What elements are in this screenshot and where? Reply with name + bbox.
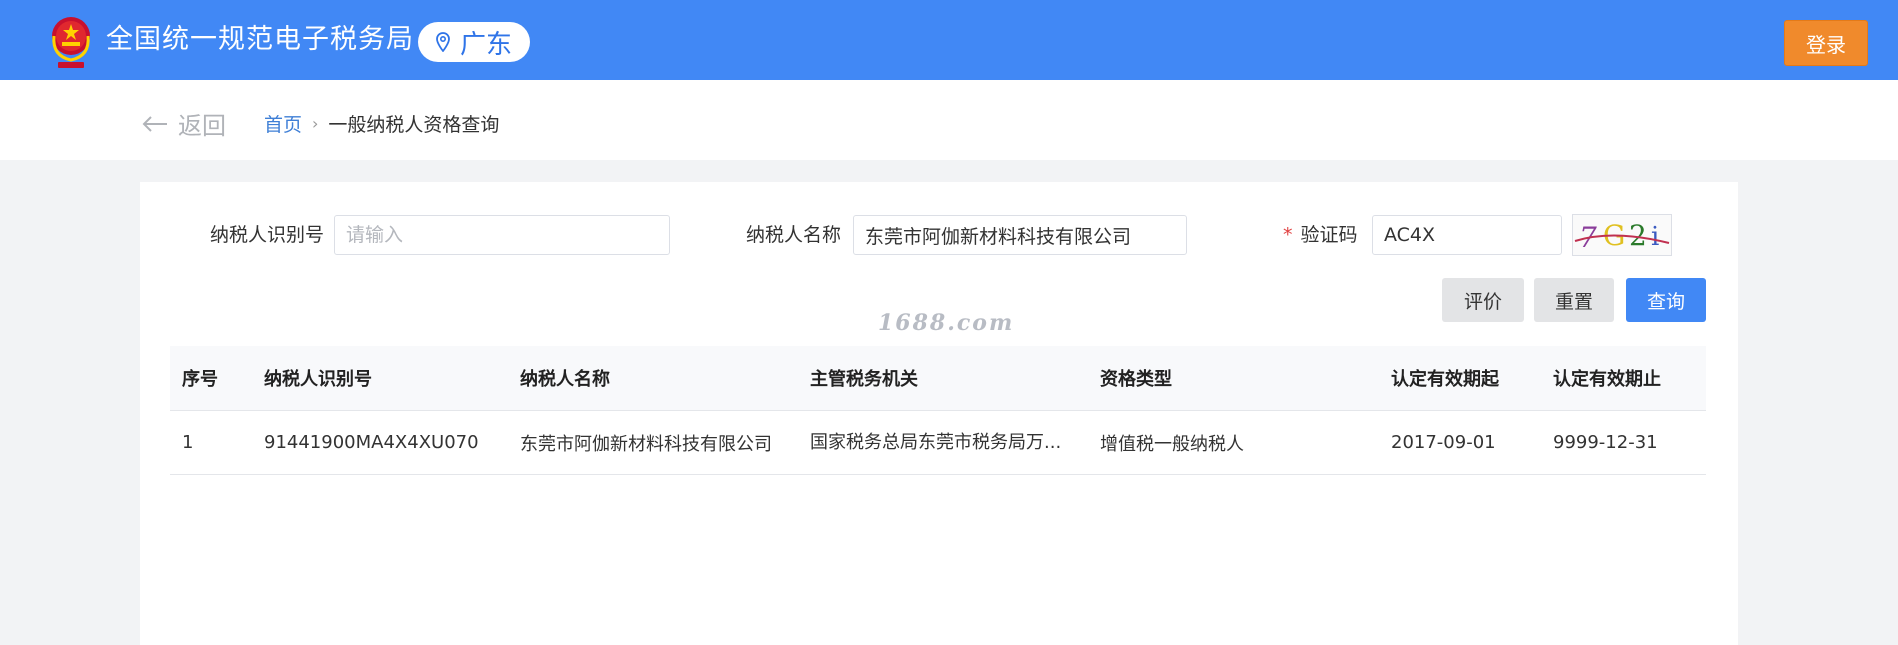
breadcrumb-home-link[interactable]: 首页 [264, 110, 302, 137]
query-panel: 纳税人识别号 纳税人名称 * 验证码 7 G 2 i 评价 重置 查询 1688.… [140, 182, 1738, 645]
breadcrumb-bar: 返回 首页 › 一般纳税人资格查询 [0, 80, 1898, 160]
required-mark: * [1283, 224, 1293, 246]
col-header-valid-from: 认定有效期起 [1391, 369, 1499, 390]
national-emblem-icon [52, 17, 90, 68]
cell-taxpayer-id: 91441900MA4X4XU070 [264, 432, 479, 453]
cell-taxpayer-name: 东莞市阿伽新材料科技有限公司 [520, 433, 772, 455]
cell-tax-authority: 国家税务总局东莞市税务局万... [810, 411, 1090, 474]
cell-valid-to: 9999-12-31 [1553, 432, 1658, 453]
col-header-tax-authority: 主管税务机关 [810, 369, 918, 390]
col-header-taxpayer-name: 纳税人名称 [520, 369, 610, 390]
cell-valid-from: 2017-09-01 [1391, 432, 1496, 453]
arrow-left-icon [142, 115, 167, 132]
table-row: 1 91441900MA4X4XU070 东莞市阿伽新材料科技有限公司 国家税务… [170, 411, 1706, 475]
breadcrumb-separator: › [312, 114, 319, 133]
table-header: 序号 纳税人识别号 纳税人名称 主管税务机关 资格类型 认定有效期起 认定有效期… [170, 346, 1706, 411]
taxpayer-id-input[interactable] [334, 215, 670, 255]
cell-index: 1 [182, 432, 194, 453]
captcha-graphic: 7 G 2 i [1574, 219, 1670, 254]
cell-qualification-type: 增值税一般纳税人 [1100, 433, 1244, 455]
result-table: 序号 纳税人识别号 纳税人名称 主管税务机关 资格类型 认定有效期起 认定有效期… [170, 346, 1706, 475]
reset-button[interactable]: 重置 [1534, 278, 1614, 322]
site-title: 全国统一规范电子税务局 [106, 24, 414, 55]
taxpayer-name-input[interactable] [853, 215, 1187, 255]
login-button[interactable]: 登录 [1784, 20, 1868, 66]
taxpayer-name-label: 纳税人名称 [746, 224, 842, 246]
taxpayer-id-label: 纳税人识别号 [210, 224, 325, 246]
captcha-label: 验证码 [1300, 224, 1358, 246]
captcha-image[interactable]: 7 G 2 i [1572, 214, 1672, 256]
col-header-taxpayer-id: 纳税人识别号 [264, 369, 372, 390]
cell-tax-authority-text: 国家税务总局东莞市税务局万... [810, 432, 1062, 453]
region-selector[interactable]: 广东 [418, 22, 530, 62]
watermark: 1688.com [878, 310, 1015, 336]
captcha-input[interactable] [1372, 215, 1562, 255]
breadcrumb: 首页 › 一般纳税人资格查询 [264, 110, 499, 137]
top-header: 全国统一规范电子税务局 广东 登录 [0, 0, 1898, 80]
captcha-char-4: i [1651, 222, 1659, 252]
col-header-index: 序号 [182, 369, 218, 390]
query-button[interactable]: 查询 [1626, 278, 1706, 322]
region-label: 广东 [459, 29, 512, 60]
location-pin-icon [436, 32, 450, 52]
col-header-valid-to: 认定有效期止 [1553, 369, 1661, 390]
back-label: 返回 [178, 112, 226, 140]
captcha-label-group: * 验证码 [1283, 214, 1358, 256]
evaluate-button[interactable]: 评价 [1442, 278, 1524, 322]
breadcrumb-current: 一般纳税人资格查询 [328, 114, 500, 136]
col-header-qualification-type: 资格类型 [1100, 369, 1172, 390]
back-button[interactable]: 返回 [142, 106, 226, 141]
